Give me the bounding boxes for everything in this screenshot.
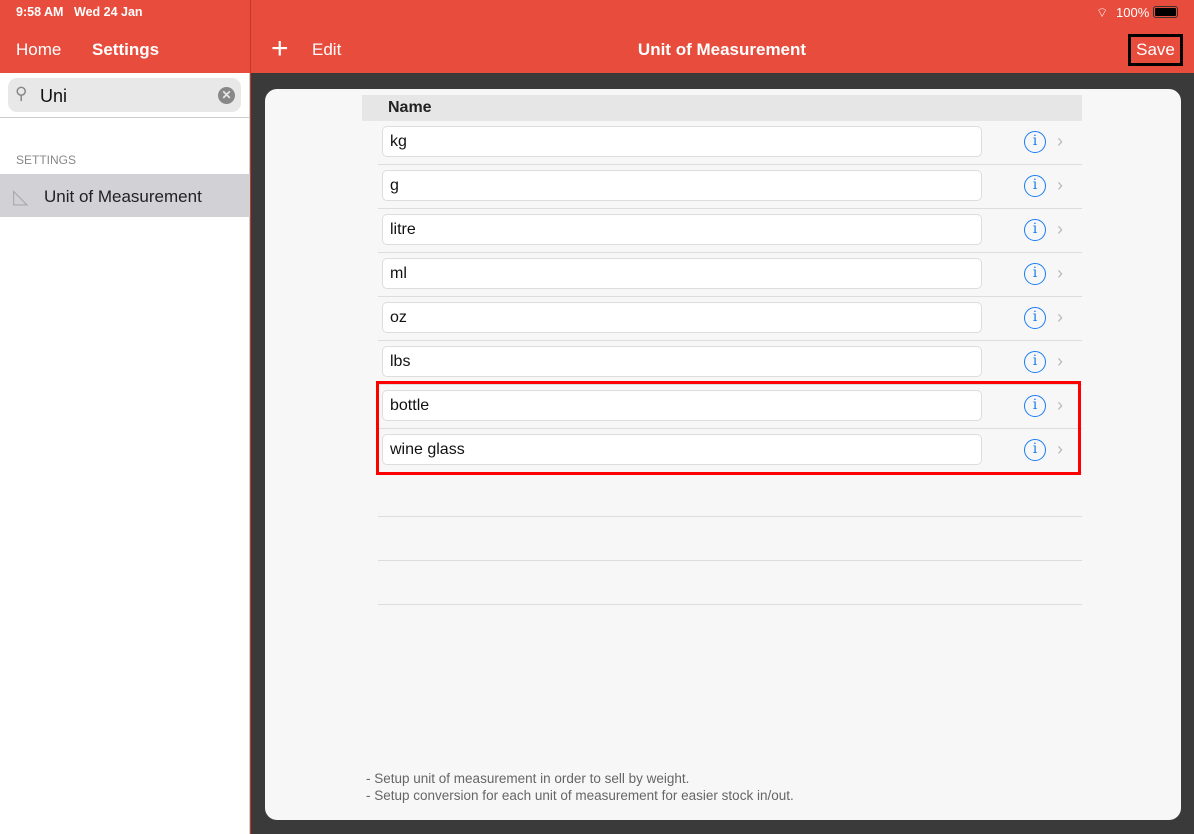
unit-name-field[interactable]: litre (382, 214, 982, 245)
wifi-icon: ⌔ (1096, 5, 1109, 20)
clear-icon[interactable]: ✕ (218, 87, 235, 104)
unit-name-field[interactable]: lbs (382, 346, 982, 377)
status-time: 9:58 AM (16, 5, 64, 19)
unit-name-field[interactable]: ml (382, 258, 982, 289)
empty-row (378, 517, 1082, 561)
chevron-right-icon: › (1057, 131, 1063, 151)
table-row[interactable]: ml i › (378, 253, 1082, 297)
chevron-right-icon: › (1057, 175, 1063, 195)
set-square-icon: ◺ (13, 186, 29, 208)
content-card: Name kg i › g i › litre i › ml i › oz i › lbs i › bottle i ›… (265, 89, 1181, 820)
divider (250, 0, 251, 834)
sidebar: ⚲ Uni ✕ SETTINGS ◺ Unit of Measurement (0, 73, 250, 834)
table-row[interactable]: lbs i › (378, 341, 1082, 385)
battery-percent: 100% (1116, 5, 1150, 20)
info-icon[interactable]: i (1024, 307, 1046, 329)
empty-row (378, 473, 1082, 517)
unit-name-field[interactable]: g (382, 170, 982, 201)
page-title: Unit of Measurement (637, 40, 807, 59)
status-date: Wed 24 Jan (74, 5, 143, 19)
info-icon[interactable]: i (1024, 263, 1046, 285)
chevron-right-icon: › (1057, 263, 1063, 283)
save-button[interactable]: Save (1128, 34, 1183, 66)
search-icon: ⚲ (15, 84, 28, 103)
note-line: - Setup unit of measurement in order to … (366, 771, 690, 786)
sidebar-item-label: Unit of Measurement (44, 187, 202, 206)
header: 9:58 AM Wed 24 Jan ⌔ 100% Home Settings … (0, 0, 1194, 73)
table-row[interactable]: oz i › (378, 297, 1082, 341)
search-value: Uni (40, 86, 68, 106)
battery-icon (1153, 6, 1178, 18)
column-header-name: Name (362, 95, 1082, 121)
selection-highlight (376, 381, 1081, 475)
section-header: SETTINGS (16, 153, 77, 167)
info-icon[interactable]: i (1024, 175, 1046, 197)
sidebar-item-unit-of-measurement[interactable]: ◺ Unit of Measurement (0, 174, 250, 217)
chevron-right-icon: › (1057, 307, 1063, 327)
search-divider (0, 117, 250, 118)
table-row[interactable]: litre i › (378, 209, 1082, 253)
chevron-right-icon: › (1057, 351, 1063, 371)
unit-name-field[interactable]: kg (382, 126, 982, 157)
note-line: - Setup conversion for each unit of meas… (366, 788, 794, 803)
empty-row (378, 561, 1082, 605)
table-row[interactable]: kg i › (378, 121, 1082, 165)
chevron-right-icon: › (1057, 219, 1063, 239)
info-icon[interactable]: i (1024, 131, 1046, 153)
info-icon[interactable]: i (1024, 219, 1046, 241)
info-icon[interactable]: i (1024, 351, 1046, 373)
table-row[interactable]: g i › (378, 165, 1082, 209)
unit-name-field[interactable]: oz (382, 302, 982, 333)
search-input[interactable]: ⚲ Uni ✕ (8, 78, 241, 112)
